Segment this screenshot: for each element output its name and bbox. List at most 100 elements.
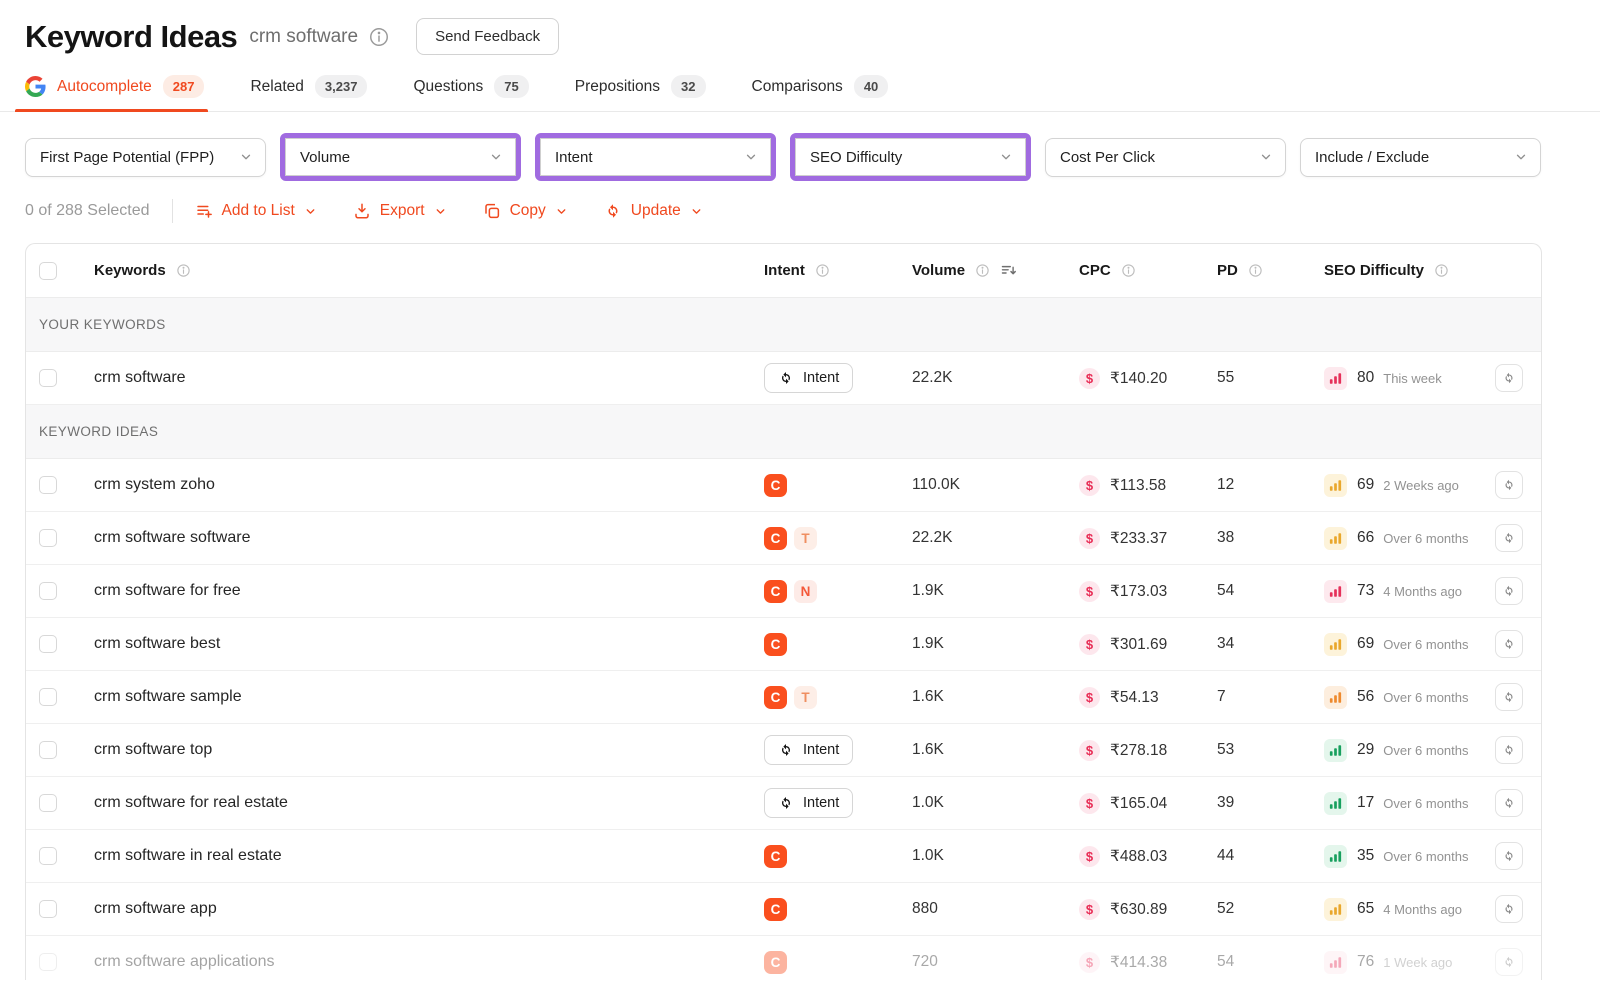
keyword-text[interactable]: crm software top — [94, 741, 212, 759]
intent-badge-c: C — [764, 898, 787, 921]
info-icon[interactable] — [815, 263, 830, 278]
intent-cell: Intent — [764, 735, 912, 765]
filter-fpp-dropdown[interactable]: First Page Potential (FPP) — [25, 138, 266, 177]
filter-seo-difficulty-slot-highlighted: SEO Difficulty — [790, 133, 1031, 181]
divider — [172, 199, 173, 223]
keyword-row: crm system zoho C 110.0K $ ₹113.58 12 69… — [26, 459, 1541, 512]
volume-value: 22.2K — [912, 529, 953, 547]
info-icon[interactable] — [1248, 263, 1263, 278]
filter-include-exclude-dropdown[interactable]: Include / Exclude — [1300, 138, 1541, 177]
chevron-down-icon — [690, 205, 703, 218]
row-checkbox[interactable] — [39, 900, 57, 918]
filter-volume-dropdown[interactable]: Volume — [285, 138, 516, 176]
keyword-text[interactable]: crm software in real estate — [94, 847, 282, 865]
row-refresh-button[interactable] — [1495, 842, 1523, 870]
keyword-text[interactable]: crm software — [94, 369, 186, 387]
row-refresh-button[interactable] — [1495, 471, 1523, 499]
row-refresh-button[interactable] — [1495, 630, 1523, 658]
section-header: YOUR KEYWORDS — [26, 298, 1541, 352]
column-keywords: Keywords — [94, 262, 764, 279]
send-feedback-button[interactable]: Send Feedback — [416, 18, 559, 55]
tab-related[interactable]: Related 3,237 — [250, 62, 367, 111]
intent-badge-c: C — [764, 580, 787, 603]
row-checkbox[interactable] — [39, 369, 57, 387]
row-refresh-button[interactable] — [1495, 789, 1523, 817]
info-icon[interactable] — [1434, 263, 1449, 278]
row-checkbox[interactable] — [39, 953, 57, 971]
row-checkbox[interactable] — [39, 794, 57, 812]
keyword-text[interactable]: crm software for free — [94, 582, 241, 600]
button-label: Export — [380, 202, 425, 220]
copy-button[interactable]: Copy — [483, 202, 568, 220]
row-refresh-button[interactable] — [1495, 524, 1523, 552]
sort-descending-icon[interactable] — [1000, 262, 1017, 279]
row-refresh-button[interactable] — [1495, 736, 1523, 764]
row-refresh-button[interactable] — [1495, 948, 1523, 976]
row-checkbox[interactable] — [39, 847, 57, 865]
export-button[interactable]: Export — [353, 202, 447, 220]
filter-seo-difficulty-dropdown[interactable]: SEO Difficulty — [795, 138, 1026, 176]
chevron-down-icon — [489, 150, 503, 164]
intent-button-label: Intent — [803, 370, 839, 386]
keyword-text[interactable]: crm software software — [94, 529, 250, 547]
button-label: Update — [631, 202, 681, 220]
refresh-icon — [1502, 531, 1516, 545]
intent-badge-c: C — [764, 951, 787, 974]
info-icon[interactable] — [975, 263, 990, 278]
chevron-down-icon — [304, 205, 317, 218]
seo-difficulty-value: 69 — [1357, 635, 1374, 653]
keyword-text[interactable]: crm software applications — [94, 953, 275, 971]
chevron-down-icon — [434, 205, 447, 218]
seo-difficulty-cell: 17 Over 6 months — [1324, 792, 1495, 815]
row-checkbox[interactable] — [39, 529, 57, 547]
tab-comparisons[interactable]: Comparisons 40 — [752, 62, 889, 111]
row-checkbox[interactable] — [39, 688, 57, 706]
seo-difficulty-cell: 76 1 Week ago — [1324, 951, 1495, 974]
dollar-icon: $ — [1079, 475, 1100, 496]
difficulty-chart-icon — [1328, 637, 1343, 652]
intent-button[interactable]: Intent — [764, 788, 853, 818]
add-to-list-button[interactable]: Add to List — [195, 202, 317, 220]
button-label: Add to List — [222, 202, 295, 220]
filter-cpc-dropdown[interactable]: Cost Per Click — [1045, 138, 1286, 177]
tab-prepositions[interactable]: Prepositions 32 — [575, 62, 706, 111]
row-refresh-button[interactable] — [1495, 577, 1523, 605]
refresh-icon — [1502, 637, 1516, 651]
keyword-text[interactable]: crm software sample — [94, 688, 242, 706]
row-checkbox[interactable] — [39, 476, 57, 494]
info-icon[interactable] — [176, 263, 191, 278]
info-icon[interactable] — [368, 26, 390, 48]
keyword-text[interactable]: crm system zoho — [94, 476, 215, 494]
page-subtitle: crm software — [249, 26, 358, 48]
cpc-value: ₹488.03 — [1110, 847, 1167, 866]
row-refresh-button[interactable] — [1495, 895, 1523, 923]
keyword-row: crm software app C 880 $ ₹630.89 52 65 4… — [26, 883, 1541, 936]
tab-count-badge: 75 — [494, 75, 528, 98]
volume-value: 880 — [912, 900, 938, 918]
intent-cell: C — [764, 898, 912, 921]
row-refresh-button[interactable] — [1495, 683, 1523, 711]
row-checkbox[interactable] — [39, 741, 57, 759]
filter-intent-dropdown[interactable]: Intent — [540, 138, 771, 176]
row-checkbox[interactable] — [39, 582, 57, 600]
keyword-text[interactable]: crm software best — [94, 635, 220, 653]
keyword-text[interactable]: crm software for real estate — [94, 794, 288, 812]
tab-autocomplete[interactable]: Autocomplete 287 — [25, 62, 204, 111]
keyword-text[interactable]: crm software app — [94, 900, 217, 918]
update-button[interactable]: Update — [604, 202, 703, 220]
info-icon[interactable] — [1121, 263, 1136, 278]
difficulty-chart-icon — [1328, 478, 1343, 493]
cpc-cell: $ ₹233.37 — [1079, 528, 1217, 549]
filter-fpp-slot: First Page Potential (FPP) — [25, 133, 266, 181]
intent-button[interactable]: Intent — [764, 363, 853, 393]
pd-value: 44 — [1217, 847, 1234, 865]
seo-difficulty-value: 35 — [1357, 847, 1374, 865]
row-checkbox[interactable] — [39, 635, 57, 653]
column-volume[interactable]: Volume — [912, 262, 1079, 279]
cpc-value: ₹301.69 — [1110, 635, 1167, 654]
intent-button[interactable]: Intent — [764, 735, 853, 765]
tab-questions[interactable]: Questions 75 — [413, 62, 528, 111]
select-all-checkbox[interactable] — [39, 262, 57, 280]
row-refresh-button[interactable] — [1495, 364, 1523, 392]
pd-value: 55 — [1217, 369, 1234, 387]
